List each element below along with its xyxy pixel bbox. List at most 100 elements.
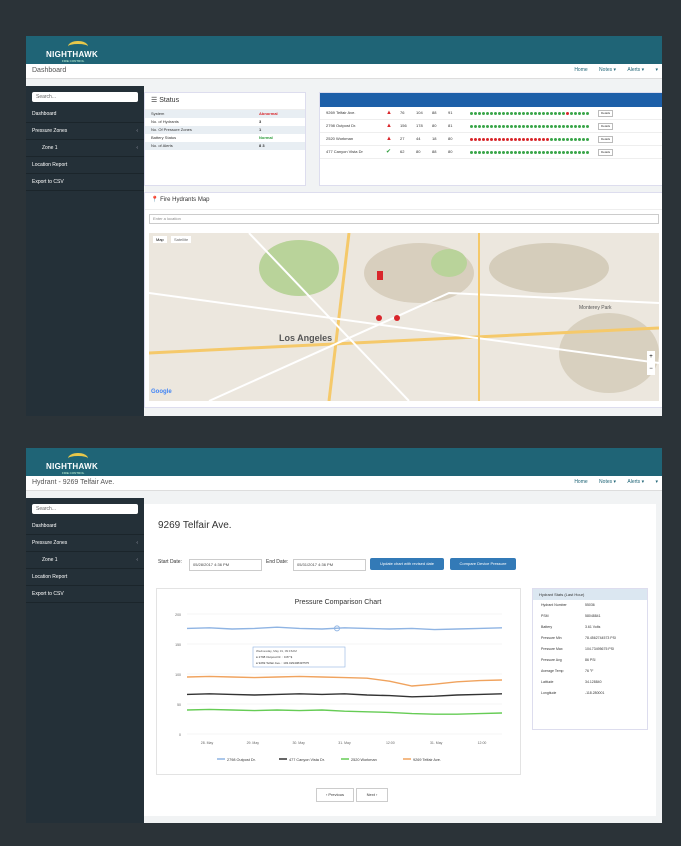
history-dot bbox=[490, 111, 493, 115]
hydrant-row[interactable]: 2520 Workman ▲ 27 44 18 80 Details bbox=[320, 133, 662, 146]
end-date-input[interactable]: 05/31/2017 4:36 PM bbox=[293, 559, 366, 571]
history-dot bbox=[538, 150, 541, 154]
history-dot bbox=[554, 137, 557, 141]
history-dot bbox=[586, 137, 589, 141]
history-dot bbox=[542, 137, 545, 141]
history-dot bbox=[534, 124, 537, 128]
nav-alerts-dropdown[interactable]: Alerts ▾ bbox=[627, 67, 644, 73]
logo-wordmark: NIGHTHAWK bbox=[46, 462, 99, 471]
legend-label[interactable]: 2798 Outpost Dr. bbox=[227, 758, 256, 762]
details-button[interactable]: Details bbox=[598, 122, 614, 130]
x-tick-label: 31. May bbox=[338, 741, 351, 745]
hydrant-row[interactable]: 9269 Telfair Ave. ▲ 76 104 88 91 Details bbox=[320, 107, 662, 120]
nav-alerts-dropdown[interactable]: Alerts ▾ bbox=[627, 479, 644, 485]
nighthawk-logo[interactable]: NIGHTHAWK FIRE CONTROL bbox=[46, 452, 106, 475]
history-dot bbox=[554, 111, 557, 115]
nav-home-link[interactable]: Home bbox=[574, 479, 587, 485]
brand-bar: NIGHTHAWK FIRE CONTROL bbox=[26, 448, 662, 476]
map-tab-map[interactable]: Map bbox=[153, 236, 167, 243]
history-dot bbox=[514, 137, 517, 141]
stats-label: PSM bbox=[541, 614, 549, 618]
previous-button[interactable]: ‹ Previous bbox=[316, 788, 354, 802]
sidebar-item-pressure-zones[interactable]: Pressure Zones ‹ bbox=[26, 123, 144, 140]
hydrant-history-dots bbox=[470, 111, 590, 115]
compare-device-pressure-button[interactable]: Compare Device Pressure bbox=[450, 558, 516, 570]
nav-notes-dropdown[interactable]: Notes ▾ bbox=[599, 67, 616, 73]
stats-value: 58048841 bbox=[585, 614, 601, 618]
history-dot bbox=[506, 150, 509, 154]
y-tick-label: 0 bbox=[179, 733, 181, 737]
legend-label[interactable]: 9269 Telfair Ave. bbox=[413, 758, 441, 762]
nav-home-link[interactable]: Home bbox=[574, 67, 587, 73]
sidebar-item-location-report[interactable]: Location Report bbox=[26, 569, 144, 586]
history-dot bbox=[482, 111, 485, 115]
fire-hydrants-map[interactable]: Map Satellite Los Angeles Monterey Park … bbox=[149, 233, 659, 401]
start-date-input[interactable]: 05/28/2017 4:36 PM bbox=[189, 559, 262, 571]
page-title: 9269 Telfair Ave. bbox=[158, 520, 232, 531]
map-tab-satellite[interactable]: Satellite bbox=[171, 236, 192, 243]
history-dot bbox=[562, 111, 565, 115]
details-button[interactable]: Details bbox=[598, 135, 614, 143]
nav-user-dropdown[interactable]: ▾ bbox=[655, 479, 658, 485]
hydrant-reading: 80 bbox=[416, 149, 421, 154]
details-button[interactable]: Details bbox=[598, 148, 614, 156]
stats-row: Hydrant Number 55036 bbox=[533, 600, 647, 611]
sidebar-item-zone-1[interactable]: Zone 1 ‹ bbox=[26, 552, 144, 569]
sidebar-item-label: Dashboard bbox=[32, 111, 57, 117]
zoom-in-icon[interactable]: + bbox=[647, 351, 655, 363]
details-button[interactable]: Details bbox=[598, 109, 614, 117]
history-dot bbox=[578, 111, 581, 115]
pressure-comparison-chart[interactable]: Pressure Comparison Chart 200 150 100 50 0 28.… bbox=[157, 589, 520, 774]
hydrant-row[interactable]: 2798 Outpost Dr. ▲ 156 178 80 81 Details bbox=[320, 120, 662, 133]
history-dot bbox=[574, 137, 577, 141]
history-dot bbox=[582, 124, 585, 128]
logo-tagline: FIRE CONTROL bbox=[62, 59, 85, 63]
sidebar-item-export-csv[interactable]: Export to CSV bbox=[26, 586, 144, 603]
history-dot bbox=[470, 124, 473, 128]
history-dot bbox=[526, 150, 529, 154]
history-dot bbox=[502, 124, 505, 128]
nighthawk-logo[interactable]: NIGHTHAWK FIRE CONTROL bbox=[46, 40, 106, 63]
sidebar-item-dashboard[interactable]: Dashboard bbox=[26, 518, 144, 535]
map-zoom-control[interactable]: + − bbox=[647, 351, 655, 375]
stats-value: 104.73495675 PSI bbox=[585, 647, 614, 651]
next-button[interactable]: Next › bbox=[356, 788, 388, 802]
legend-label[interactable]: 2520 Workman bbox=[351, 758, 377, 762]
hydrant-reading: 104 bbox=[416, 110, 423, 115]
sidebar-item-zone-1[interactable]: Zone 1 ‹ bbox=[26, 140, 144, 157]
end-date-label: End Date: bbox=[266, 559, 289, 565]
tooltip-line-1: ● 2798 Outpost Dr. : 0.87 $ bbox=[256, 655, 292, 659]
history-dot bbox=[518, 150, 521, 154]
y-tick-label: 50 bbox=[177, 703, 181, 707]
history-dot bbox=[578, 137, 581, 141]
sidebar-item-label: Location Report bbox=[32, 574, 68, 580]
history-dot bbox=[546, 137, 549, 141]
history-dot bbox=[518, 111, 521, 115]
chevron-left-icon: ‹ bbox=[136, 145, 138, 151]
sidebar-item-dashboard[interactable]: Dashboard bbox=[26, 106, 144, 123]
history-dot bbox=[558, 124, 561, 128]
stats-row: Pressure Min 78.4562744573 PSI bbox=[533, 633, 647, 644]
map-location-input[interactable]: Enter a location bbox=[149, 214, 659, 224]
hydrant-reading: 44 bbox=[416, 136, 421, 141]
history-dot bbox=[502, 111, 505, 115]
map-city-label: Los Angeles bbox=[279, 333, 333, 343]
sidebar-search-input[interactable]: Search... bbox=[32, 92, 138, 102]
history-dot bbox=[542, 150, 545, 154]
nav-notes-dropdown[interactable]: Notes ▾ bbox=[599, 479, 616, 485]
nav-user-dropdown[interactable]: ▾ bbox=[655, 67, 658, 73]
status-value: 3 bbox=[259, 119, 262, 124]
history-dot bbox=[582, 137, 585, 141]
hydrant-row[interactable]: 477 Canyon Vista Dr ✔ 62 80 88 80 Details bbox=[320, 146, 662, 159]
legend-label[interactable]: 477 Canyon Vista Dr. bbox=[289, 758, 325, 762]
sidebar-item-location-report[interactable]: Location Report bbox=[26, 157, 144, 174]
status-label: No. Of Pressure Zones bbox=[151, 127, 192, 132]
sidebar-item-export-csv[interactable]: Export to CSV bbox=[26, 174, 144, 191]
history-dot bbox=[586, 111, 589, 115]
sidebar-item-pressure-zones[interactable]: Pressure Zones ‹ bbox=[26, 535, 144, 552]
sidebar-search-input[interactable]: Search... bbox=[32, 504, 138, 514]
update-chart-button[interactable]: Update chart with revised date bbox=[370, 558, 444, 570]
status-row: Battery Status Normal bbox=[145, 134, 305, 142]
stats-row: Latitude 34.128840 bbox=[533, 677, 647, 688]
zoom-out-icon[interactable]: − bbox=[647, 363, 655, 375]
